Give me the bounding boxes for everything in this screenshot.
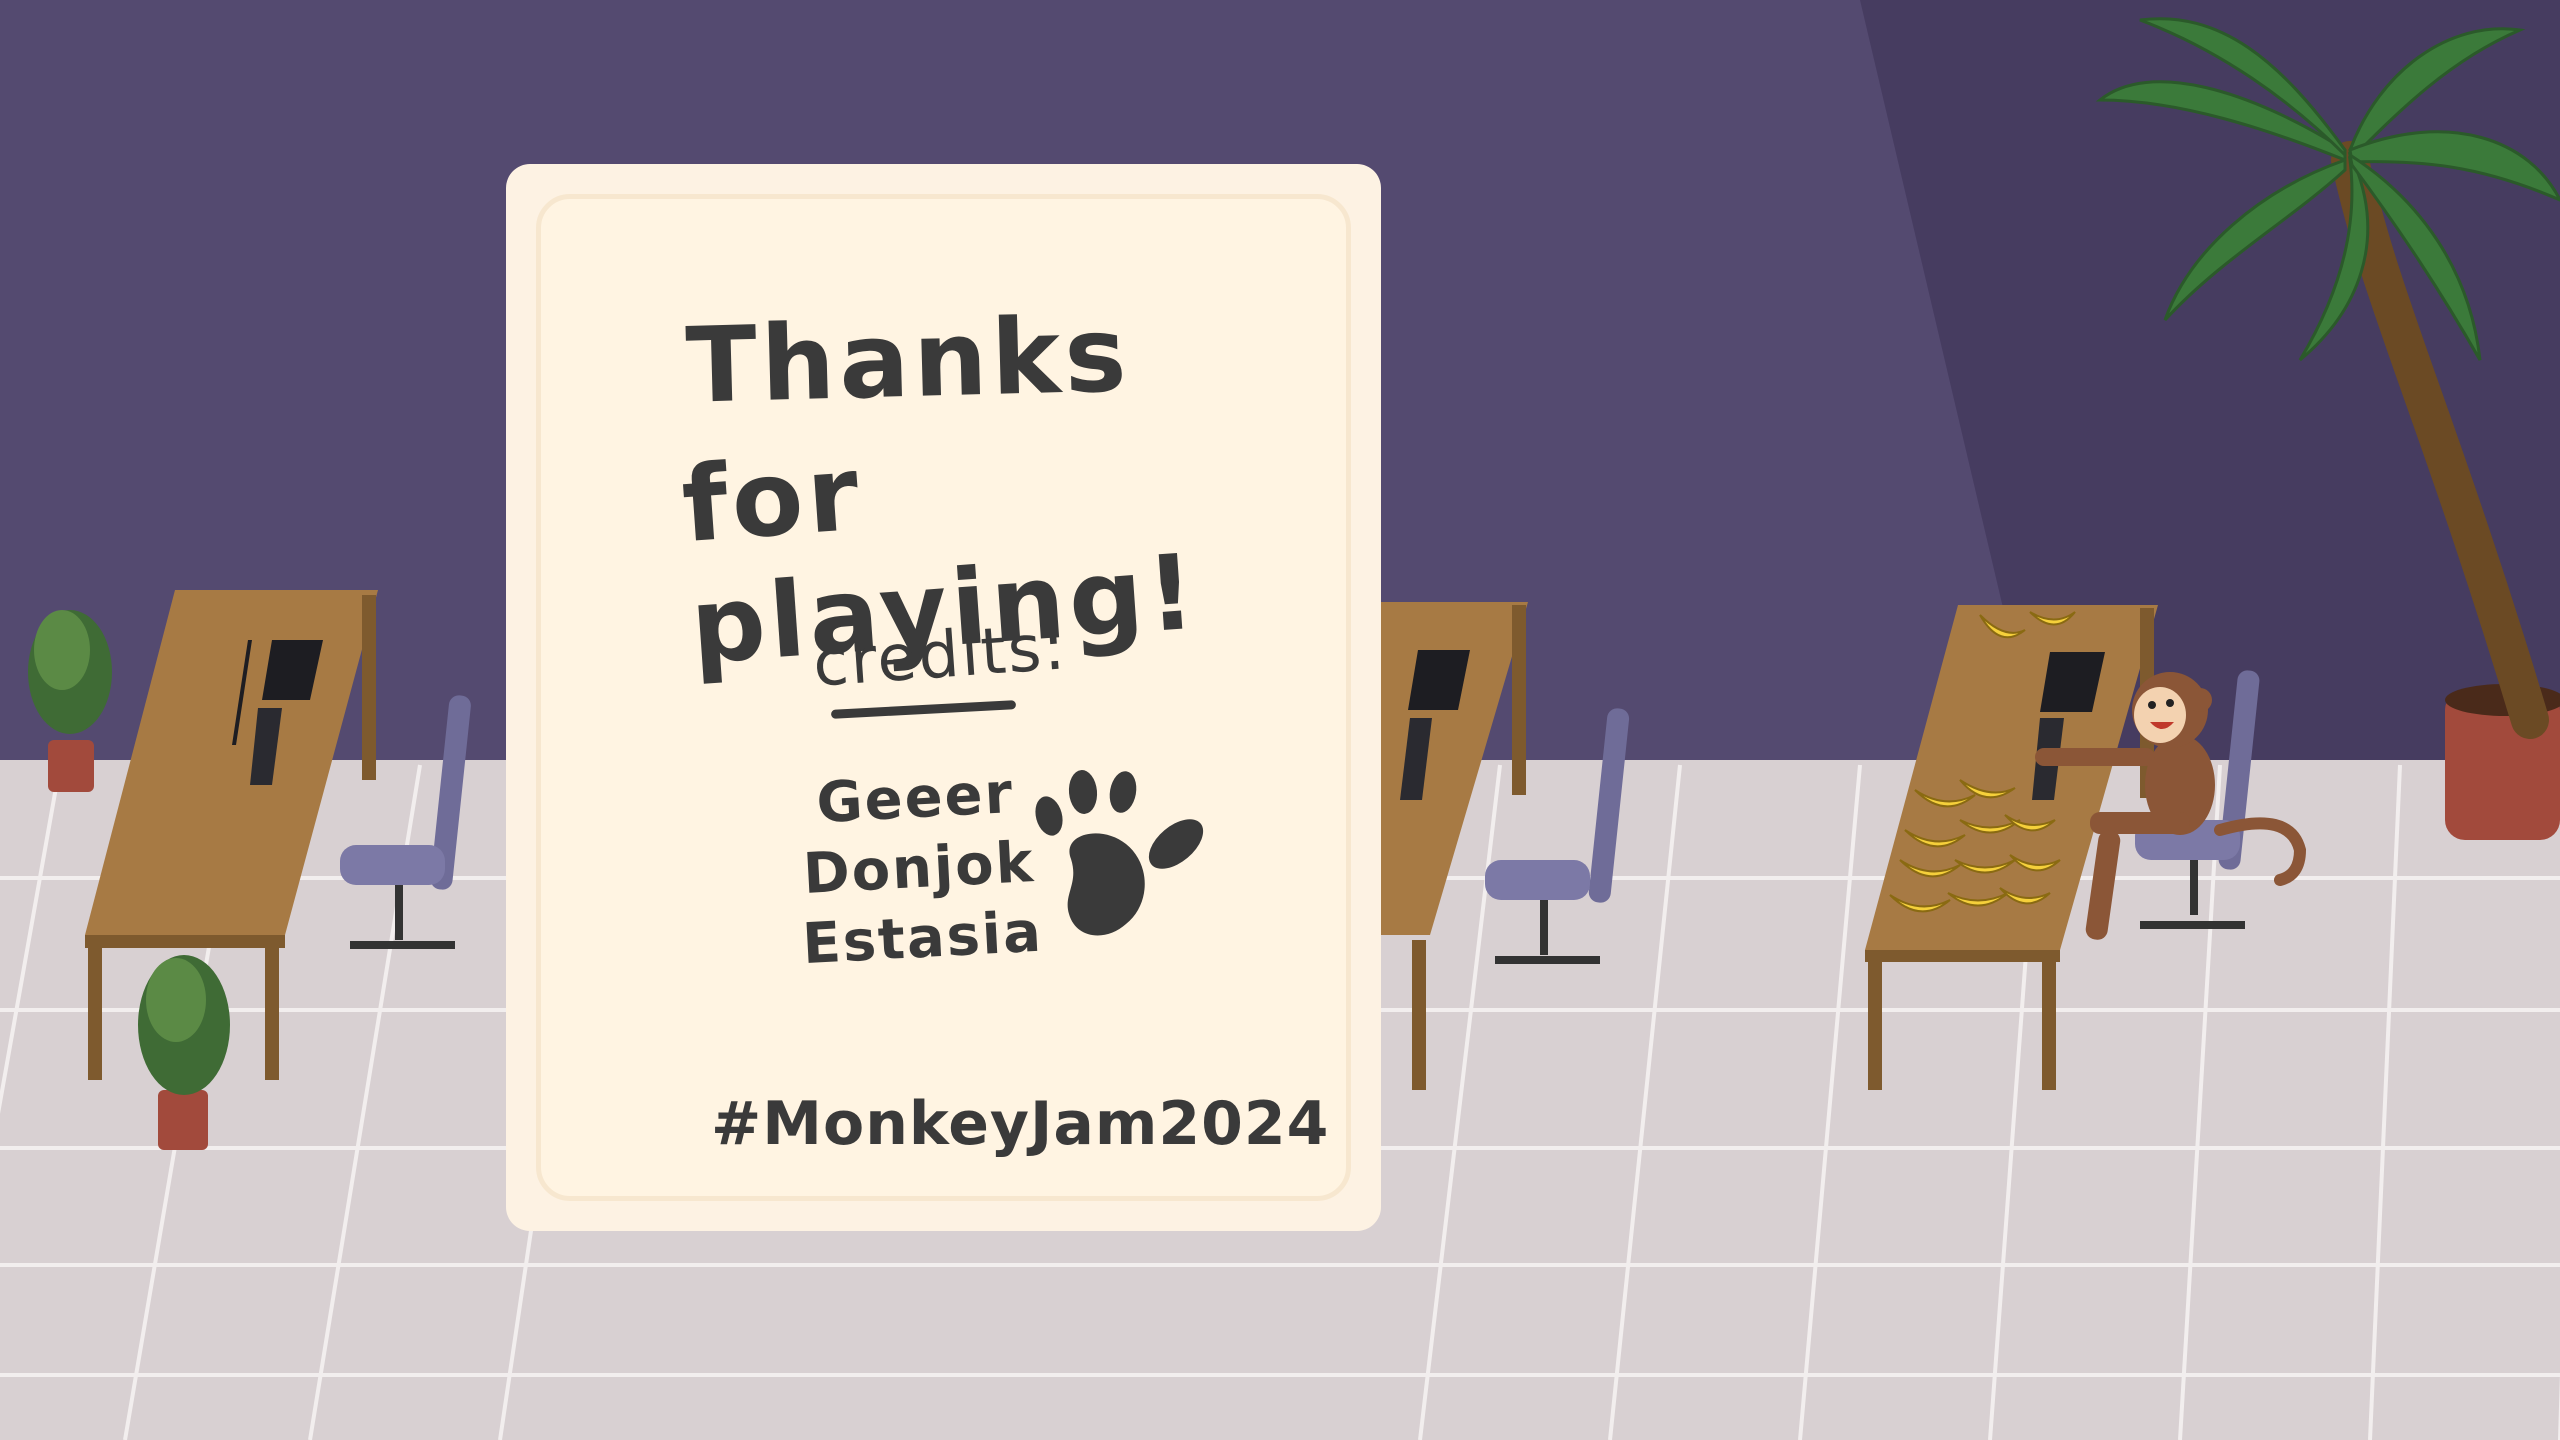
credits-names: Geeer Donjok Estasia (764, 756, 1075, 981)
title-line-1: Thanks (684, 293, 1132, 427)
credits-underline (830, 700, 1017, 719)
end-screen-card: Thanks for playing! credits: Geeer Donjo… (506, 164, 1381, 1231)
card-inner-panel: Thanks for playing! credits: Geeer Donjo… (536, 194, 1351, 1201)
credit-name: Estasia (800, 899, 1045, 978)
event-hashtag: #MonkeyJam2024 (711, 1089, 1330, 1159)
paw-print-icon (1035, 770, 1204, 936)
